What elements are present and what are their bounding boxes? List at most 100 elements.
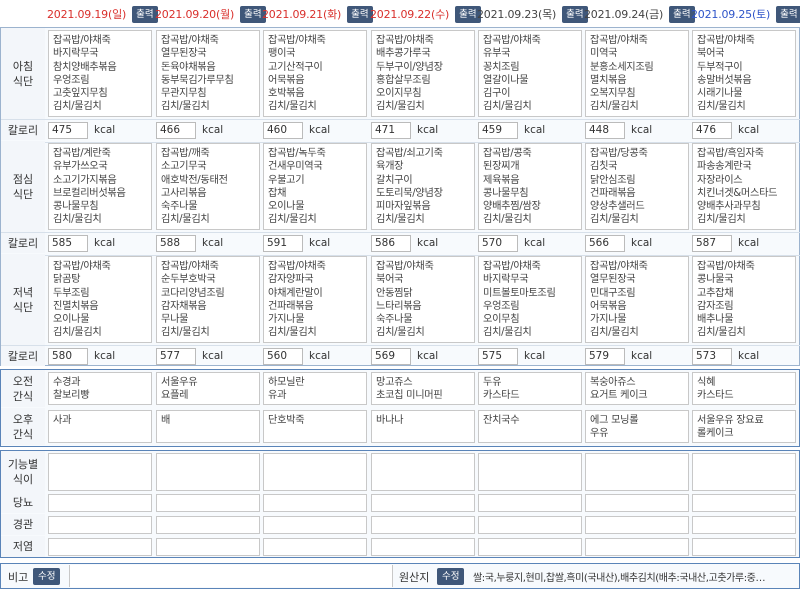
special-diet-cell[interactable] (371, 516, 475, 534)
day-header: 2021.09.23(목) 출력 (477, 4, 588, 24)
calorie-input[interactable]: 569 (371, 348, 411, 365)
note-edit-button[interactable]: 수정 (33, 568, 61, 585)
calorie-input[interactable]: 575 (478, 348, 518, 365)
snack-cell[interactable]: 에그 모닝롤 우유 (585, 410, 689, 443)
divider (1, 232, 800, 233)
meal-menu-cell[interactable]: 잡곡밥/야채죽 감자양파국 야채계란말이 건파래볶음 가지나물 김치/물김치 (263, 256, 367, 343)
calorie-input[interactable]: 460 (263, 122, 303, 139)
snack-cell[interactable]: 두유 카스타드 (478, 372, 582, 405)
special-diet-cell[interactable] (585, 538, 689, 556)
day-date: 2021.09.20(월) (155, 8, 235, 21)
meal-menu-cell[interactable]: 잡곡밥/야채죽 바지락무국 미트볼토마토조림 우엉조림 오이무침 김치/물김치 (478, 256, 582, 343)
meal-menu-cell[interactable]: 잡곡밥/야채죽 닭곰탕 두부조림 진멸치볶음 오이나물 김치/물김치 (48, 256, 152, 343)
meal-menu-cell[interactable]: 잡곡밥/야채죽 북어국 안동찜닭 느타리볶음 숙주나물 김치/물김치 (371, 256, 475, 343)
divider (1, 345, 800, 346)
meal-menu-cell[interactable]: 잡곡밥/콩죽 된장찌개 제육볶음 콩나물무침 양배추찜/쌈장 김치/물김치 (478, 143, 582, 230)
special-diet-cell[interactable] (692, 453, 796, 491)
meal-menu-cell[interactable]: 잡곡밥/야채죽 팽이국 고기산적구이 어묵볶음 호박볶음 김치/물김치 (263, 30, 367, 117)
meal-menu-cell[interactable]: 잡곡밥/계란죽 유부가쓰오국 소고기가지볶음 브로컬리버섯볶음 콩나물무침 김치… (48, 143, 152, 230)
special-diet-cell[interactable] (371, 453, 475, 491)
special-diet-cell[interactable] (48, 453, 152, 491)
calorie-input[interactable]: 591 (263, 235, 303, 252)
special-diet-cell[interactable] (156, 538, 260, 556)
special-diet-cell[interactable] (156, 453, 260, 491)
calorie-input[interactable]: 459 (478, 122, 518, 139)
calorie-input[interactable]: 475 (48, 122, 88, 139)
calorie-input[interactable]: 579 (585, 348, 625, 365)
snack-cell[interactable]: 단호박죽 (263, 410, 367, 443)
calorie-input[interactable]: 471 (371, 122, 411, 139)
kcal-unit: kcal (202, 350, 224, 362)
kcal-unit: kcal (738, 237, 760, 249)
meal-menu-cell[interactable]: 잡곡밥/야채죽 콩나물국 고추잡채 감자조림 배추나물 김치/물김치 (692, 256, 796, 343)
special-diet-cell[interactable] (478, 453, 582, 491)
meal-menu-cell[interactable]: 잡곡밥/야채죽 순두부호박국 코다리양념조림 감자채볶음 무나물 김치/물김치 (156, 256, 260, 343)
special-diet-cell[interactable] (48, 494, 152, 512)
special-diet-cell[interactable] (263, 538, 367, 556)
snack-cell[interactable]: 복숭아쥬스 요거트 케이크 (585, 372, 689, 405)
origin-edit-button[interactable]: 수정 (437, 568, 465, 585)
calorie-input[interactable]: 587 (692, 235, 732, 252)
calorie-input[interactable]: 586 (371, 235, 411, 252)
meal-menu-cell[interactable]: 잡곡밥/야채죽 바지락무국 참치양배추볶음 우엉조림 고춧잎지무침 김치/물김치 (48, 30, 152, 117)
special-diet-cell[interactable] (585, 516, 689, 534)
calorie-input[interactable]: 588 (156, 235, 196, 252)
meal-menu-cell[interactable]: 잡곡밥/녹두죽 건새우미역국 우불고기 잡채 오이나물 김치/물김치 (263, 143, 367, 230)
special-diet-cell[interactable] (478, 538, 582, 556)
special-diet-cell[interactable] (48, 516, 152, 534)
meal-menu-cell[interactable]: 잡곡밥/쇠고기죽 육개장 갈치구이 도토리묵/양념장 피마자잎볶음 김치/물김치 (371, 143, 475, 230)
calorie-input[interactable]: 573 (692, 348, 732, 365)
meal-menu-cell[interactable]: 잡곡밥/당콩죽 김칫국 닭안심조림 건파래볶음 양상추샐러드 김치/물김치 (585, 143, 689, 230)
snack-cell[interactable]: 사과 (48, 410, 152, 443)
note-label: 비고 (8, 571, 29, 584)
special-diet-cell[interactable] (156, 516, 260, 534)
calorie-input[interactable]: 577 (156, 348, 196, 365)
calorie-input[interactable]: 466 (156, 122, 196, 139)
snack-cell[interactable]: 서울우유 장요료 롤케이크 (692, 410, 796, 443)
meal-menu-cell[interactable]: 잡곡밥/야채죽 유부국 꽁치조림 열갈이나물 김구이 김치/물김치 (478, 30, 582, 117)
meal-menu-cell[interactable]: 잡곡밥/야채죽 배추콩가루국 두부구이/양념장 홍합살무조림 오이지무침 김치/… (371, 30, 475, 117)
special-diet-cell[interactable] (48, 538, 152, 556)
special-diet-cell[interactable] (692, 494, 796, 512)
print-button[interactable]: 출력 (776, 5, 800, 23)
calorie-input[interactable]: 585 (48, 235, 88, 252)
day-date: 2021.09.21(화) (262, 8, 342, 21)
special-diet-cell[interactable] (371, 538, 475, 556)
snack-cell[interactable]: 식혜 카스타드 (692, 372, 796, 405)
kcal-unit: kcal (94, 350, 116, 362)
meal-menu-cell[interactable]: 잡곡밥/야채죽 열무된장국 민대구조림 어묵볶음 가지나물 김치/물김치 (585, 256, 689, 343)
snack-cell[interactable]: 배 (156, 410, 260, 443)
meal-menu-cell[interactable]: 잡곡밥/야채죽 미역국 분홍소세지조림 멸치볶음 오복지무침 김치/물김치 (585, 30, 689, 117)
special-diet-cell[interactable] (478, 516, 582, 534)
calorie-input[interactable]: 580 (48, 348, 88, 365)
special-diet-cell[interactable] (263, 494, 367, 512)
special-diet-cell[interactable] (263, 453, 367, 491)
calorie-input[interactable]: 476 (692, 122, 732, 139)
snack-cell[interactable]: 하모닐란 유과 (263, 372, 367, 405)
note-input[interactable] (69, 565, 393, 587)
meal-menu-cell[interactable]: 잡곡밥/야채죽 북어국 두부적구이 송말버섯볶음 시래기나물 김치/물김치 (692, 30, 796, 117)
snack-cell[interactable]: 서울우유 요플레 (156, 372, 260, 405)
snack-cell[interactable]: 잔치국수 (478, 410, 582, 443)
special-diet-cell[interactable] (371, 494, 475, 512)
special-diet-cell[interactable] (692, 516, 796, 534)
special-diet-cell[interactable] (263, 516, 367, 534)
special-diet-cell[interactable] (585, 494, 689, 512)
meal-menu-cell[interactable]: 잡곡밥/야채죽 열무된장국 돈육야채볶음 동부묵김가루무침 무관지무침 김치/물… (156, 30, 260, 117)
kcal-unit: kcal (631, 237, 653, 249)
meal-menu-cell[interactable]: 잡곡밥/깨죽 소고기무국 애호박전/동태전 고사리볶음 숙주나물 김치/물김치 (156, 143, 260, 230)
special-diet-cell[interactable] (692, 538, 796, 556)
print-button[interactable]: 출력 (132, 5, 158, 23)
meal-menu-cell[interactable]: 잡곡밥/흑임자죽 파송송계란국 자장라이스 치킨너겟&머스타드 양배추사과무침 … (692, 143, 796, 230)
snack-cell[interactable]: 수경과 찰보리빵 (48, 372, 152, 405)
special-diet-cell[interactable] (585, 453, 689, 491)
calorie-input[interactable]: 560 (263, 348, 303, 365)
special-diet-cell[interactable] (156, 494, 260, 512)
calorie-input[interactable]: 566 (585, 235, 625, 252)
snack-cell[interactable]: 바나나 (371, 410, 475, 443)
calorie-input[interactable]: 448 (585, 122, 625, 139)
snack-cell[interactable]: 망고쥬스 초코칩 미니머핀 (371, 372, 475, 405)
special-diet-cell[interactable] (478, 494, 582, 512)
print-button[interactable]: 출력 (347, 5, 373, 23)
calorie-input[interactable]: 570 (478, 235, 518, 252)
